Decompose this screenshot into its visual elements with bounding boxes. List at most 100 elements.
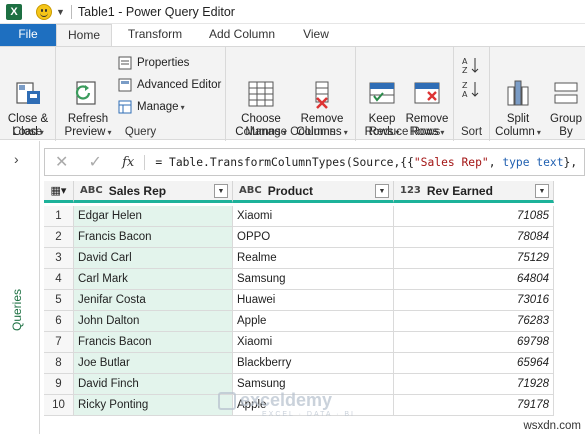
sort-descending-button[interactable]: ZA <box>462 77 481 99</box>
cell-product[interactable]: Huawei <box>233 290 394 311</box>
cell-rev-earned[interactable]: 78084 <box>394 227 554 248</box>
filter-dropdown-icon[interactable]: ▼ <box>535 184 549 198</box>
tab-transform[interactable]: Transform <box>118 24 192 46</box>
keep-rows-icon <box>367 66 397 104</box>
cell-rev-earned[interactable]: 79178 <box>394 395 554 416</box>
title-bar: X ▼ Table1 - Power Query Editor <box>0 0 585 24</box>
formula-bar: ✕ ✓ fx = Table.TransformColumnTypes(Sour… <box>44 148 585 176</box>
cell-product[interactable]: Xiaomi <box>233 206 394 227</box>
advanced-editor-button[interactable]: Advanced Editor <box>118 75 221 95</box>
cell-rev-earned[interactable]: 65964 <box>394 353 554 374</box>
cell-sales-rep[interactable]: Francis Bacon <box>74 227 233 248</box>
cell-product[interactable]: Realme <box>233 248 394 269</box>
row-number[interactable]: 9 <box>44 374 74 395</box>
cell-rev-earned[interactable]: 69798 <box>394 332 554 353</box>
row-number[interactable]: 5 <box>44 290 74 311</box>
sort-ascending-button[interactable]: AZ <box>462 53 481 75</box>
advanced-editor-label: Advanced Editor <box>137 79 222 91</box>
table-row[interactable]: 2 Francis Bacon OPPO 78084 <box>44 227 554 248</box>
table-row[interactable]: 7 Francis Bacon Xiaomi 69798 <box>44 332 554 353</box>
column-header-rev-earned[interactable]: 123 Rev Earned ▼ <box>394 181 554 203</box>
cell-sales-rep[interactable]: Joe Butlar <box>74 353 233 374</box>
watermark-logo-icon <box>218 392 236 410</box>
filter-dropdown-icon[interactable]: ▼ <box>214 184 228 198</box>
cell-rev-earned[interactable]: 64804 <box>394 269 554 290</box>
remove-rows-icon <box>412 66 442 104</box>
cell-sales-rep[interactable]: John Dalton <box>74 311 233 332</box>
table-row[interactable]: 5 Jenifar Costa Huawei 73016 <box>44 290 554 311</box>
cancel-formula-icon[interactable]: ✕ <box>45 152 78 172</box>
text-type-icon[interactable]: ABC <box>80 185 103 196</box>
row-number[interactable]: 8 <box>44 353 74 374</box>
group-by-button[interactable]: Group By <box>546 53 585 139</box>
cell-rev-earned[interactable]: 75129 <box>394 248 554 269</box>
column-name: Product <box>267 183 314 198</box>
cell-sales-rep[interactable]: Carl Mark <box>74 269 233 290</box>
cell-product[interactable]: Blackberry <box>233 353 394 374</box>
sort-ascending-icon: AZ <box>462 56 479 75</box>
tab-add-column[interactable]: Add Column <box>196 24 288 46</box>
confirm-formula-icon[interactable]: ✓ <box>78 152 111 172</box>
column-header-product[interactable]: ABC Product ▼ <box>233 181 394 203</box>
tab-view[interactable]: View <box>290 24 342 46</box>
cell-sales-rep[interactable]: Ricky Ponting <box>74 395 233 416</box>
table-row[interactable]: 8 Joe Butlar Blackberry 65964 <box>44 353 554 374</box>
manage-button[interactable]: Manage ▾ <box>118 97 185 117</box>
tab-home[interactable]: Home <box>56 24 112 46</box>
row-number[interactable]: 7 <box>44 332 74 353</box>
cell-sales-rep[interactable]: Francis Bacon <box>74 332 233 353</box>
cell-product[interactable]: OPPO <box>233 227 394 248</box>
row-number[interactable]: 2 <box>44 227 74 248</box>
properties-button[interactable]: Properties <box>118 53 189 73</box>
group-reduce-rows: Keep Rows ▾ Remove Rows ▾ Reduce Rows <box>356 47 454 141</box>
cell-sales-rep[interactable]: Jenifar Costa <box>74 290 233 311</box>
column-name: Rev Earned <box>426 183 493 198</box>
formula-string: "Sales Rep" <box>413 155 489 169</box>
table-row[interactable]: 1 Edgar Helen Xiaomi 71085 <box>44 206 554 227</box>
column-header-sales-rep[interactable]: ABC Sales Rep ▼ <box>74 181 233 203</box>
cell-product[interactable]: Xiaomi <box>233 332 394 353</box>
title-separator <box>70 4 72 19</box>
filter-dropdown-icon[interactable]: ▼ <box>375 184 389 198</box>
group-by-label: Group By <box>550 113 582 138</box>
formula-input[interactable]: = Table.TransformColumnTypes(Source,{{"S… <box>145 156 584 169</box>
cell-sales-rep[interactable]: David Carl <box>74 248 233 269</box>
watermark: exceldemy EXCEL · DATA · BI <box>218 390 355 418</box>
table-row[interactable]: 4 Carl Mark Samsung 64804 <box>44 269 554 290</box>
split-column-button[interactable]: Split Column ▾ <box>492 53 544 139</box>
cell-rev-earned[interactable]: 76283 <box>394 311 554 332</box>
cell-rev-earned[interactable]: 71928 <box>394 374 554 395</box>
group-by-icon <box>551 66 581 104</box>
svg-text:A: A <box>462 57 468 66</box>
svg-text:Z: Z <box>462 81 468 90</box>
cell-rev-earned[interactable]: 71085 <box>394 206 554 227</box>
queries-pane-label[interactable]: Queries <box>10 289 24 331</box>
excel-logo-icon: X <box>6 3 22 20</box>
expand-queries-chevron-icon[interactable]: › <box>14 151 19 167</box>
row-number[interactable]: 10 <box>44 395 74 416</box>
fx-icon[interactable]: fx <box>112 154 146 170</box>
cell-sales-rep[interactable]: Edgar Helen <box>74 206 233 227</box>
cell-sales-rep[interactable]: David Finch <box>74 374 233 395</box>
formula-middle: , <box>488 155 503 169</box>
queries-pane: › Queries <box>0 141 40 434</box>
table-row[interactable]: 6 John Dalton Apple 76283 <box>44 311 554 332</box>
watermark-name: exceldemy <box>240 390 333 410</box>
table-menu-button[interactable]: ▦▾ <box>44 181 74 203</box>
cell-rev-earned[interactable]: 73016 <box>394 290 554 311</box>
formula-prefix: = Table.TransformColumnTypes(Source,{{ <box>155 155 414 169</box>
number-type-icon[interactable]: 123 <box>400 185 421 196</box>
cell-product[interactable]: Samsung <box>233 269 394 290</box>
cell-product[interactable]: Apple <box>233 311 394 332</box>
feedback-smiley-icon[interactable] <box>36 3 52 20</box>
tab-file[interactable]: File <box>0 24 56 46</box>
group-label-sort: Sort <box>460 126 483 138</box>
row-number[interactable]: 1 <box>44 206 74 227</box>
table-row[interactable]: 3 David Carl Realme 75129 <box>44 248 554 269</box>
row-number[interactable]: 3 <box>44 248 74 269</box>
quick-access-dropdown-icon[interactable]: ▼ <box>56 7 65 17</box>
row-number[interactable]: 6 <box>44 311 74 332</box>
row-number[interactable]: 4 <box>44 269 74 290</box>
text-type-icon[interactable]: ABC <box>239 185 262 196</box>
sort-descending-icon: ZA <box>462 80 479 99</box>
